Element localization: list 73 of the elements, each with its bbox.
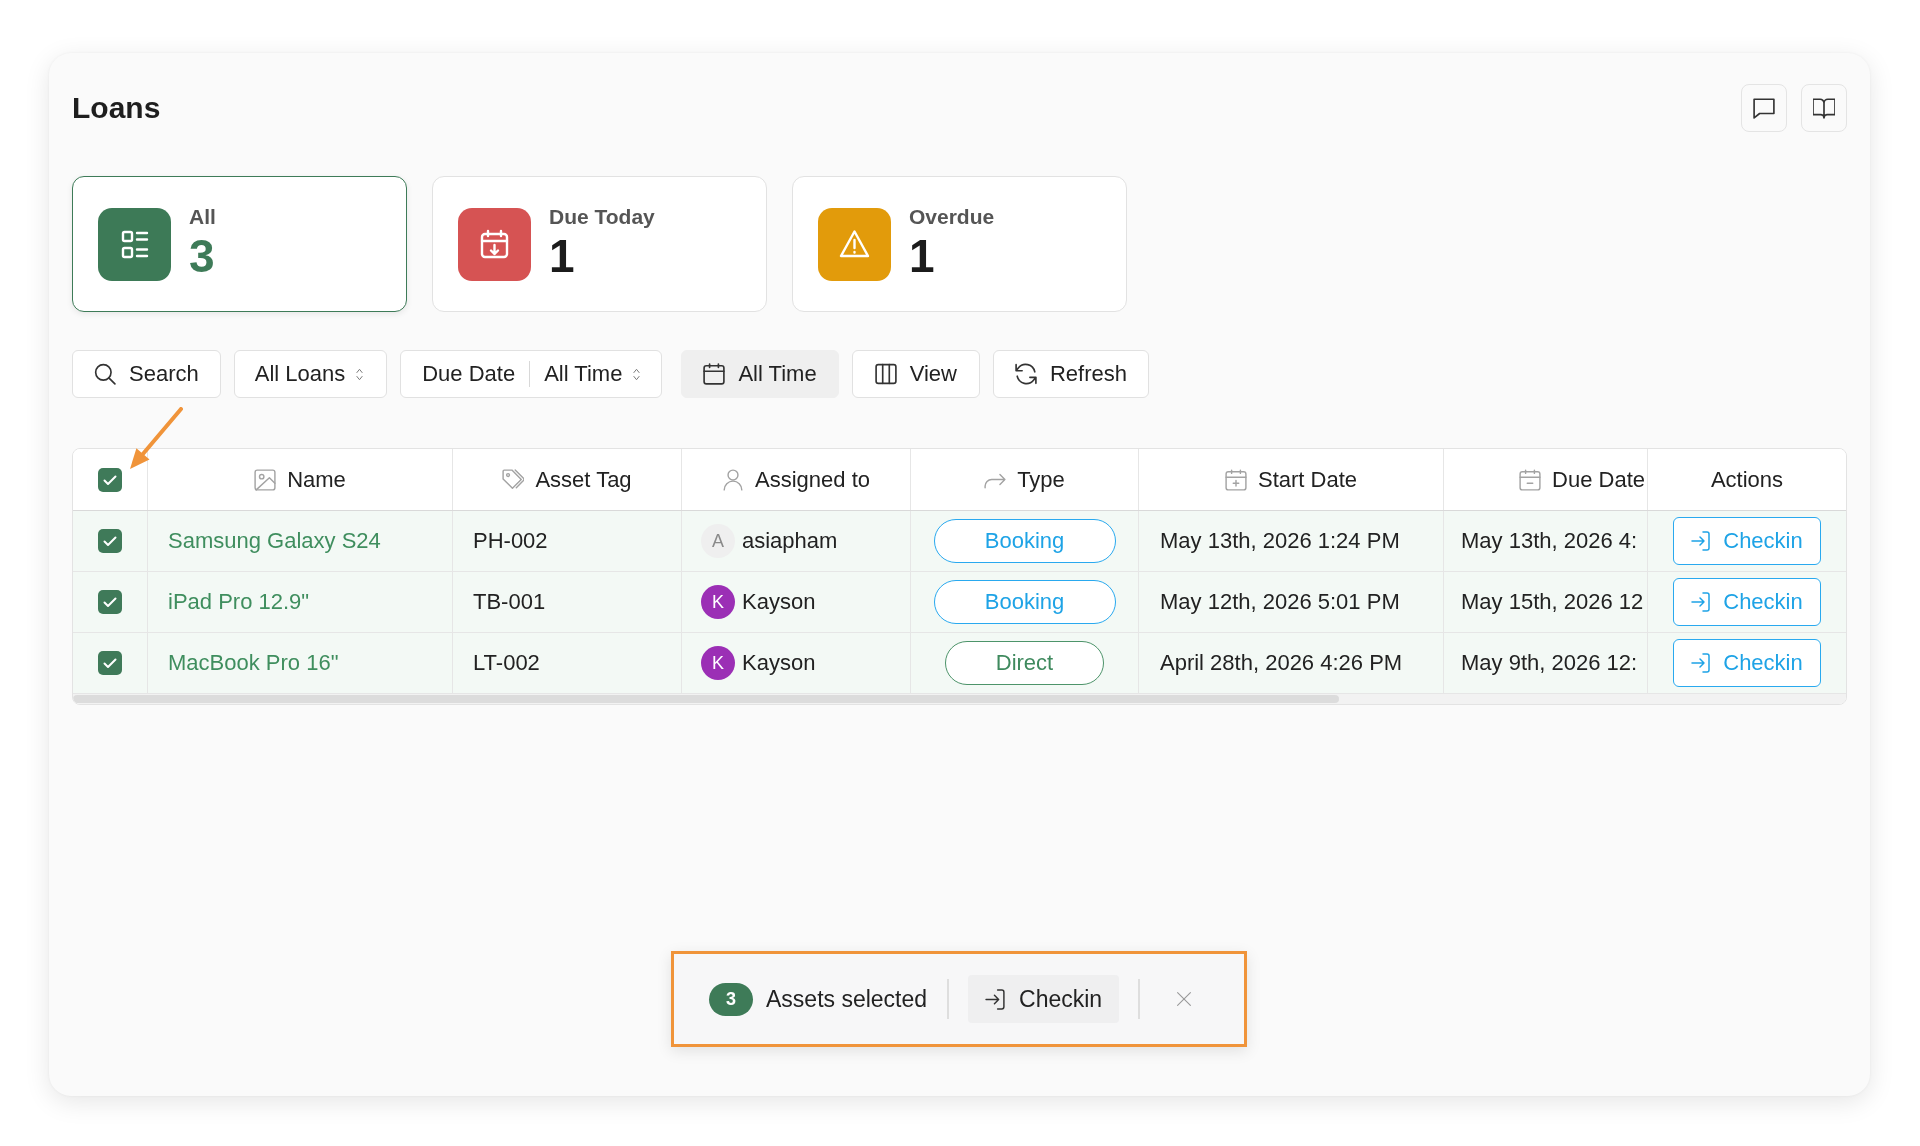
horizontal-scrollbar[interactable] (73, 694, 1846, 704)
table-cell: May 13th, 2026 4: (1461, 528, 1638, 554)
refresh-icon (1015, 363, 1037, 385)
column-header: Type (1017, 466, 1065, 493)
view-button[interactable]: View (851, 350, 980, 398)
table-cell: May 13th, 2026 1:24 PM (1160, 528, 1400, 554)
checkbox[interactable] (98, 529, 122, 553)
table-cell: April 28th, 2026 4:26 PM (1160, 650, 1403, 676)
close-icon (1176, 991, 1193, 1007)
page-title: Loans (72, 91, 161, 125)
column-header: Asset Tag (535, 466, 632, 493)
card-count: 1 (549, 232, 576, 280)
tag-icon (502, 468, 525, 491)
card-count: 3 (189, 232, 216, 280)
refresh-button[interactable]: Refresh (993, 350, 1150, 398)
selection-label: Assets selected (766, 985, 928, 1013)
card-label: All (189, 204, 216, 230)
avatar: A (701, 524, 735, 558)
user-icon (722, 468, 744, 491)
table-cell: Kayson (742, 589, 816, 615)
table-cell: PH-002 (473, 528, 548, 554)
calendar-minus-icon (1519, 468, 1542, 491)
open-book-icon (1813, 97, 1835, 119)
search-icon (94, 363, 116, 385)
summary-card[interactable]: Overdue 1 (792, 176, 1127, 312)
card-label: Due Today (549, 204, 655, 230)
selected-count-badge: 3 (709, 982, 753, 1016)
date-range-select[interactable]: All Time (530, 351, 662, 397)
image-icon (254, 468, 277, 491)
checkbox[interactable] (98, 467, 122, 492)
summary-card[interactable]: Due Today 1 (432, 176, 767, 312)
table-cell: May 12th, 2026 5:01 PM (1160, 589, 1400, 615)
column-header: Start Date (1257, 466, 1357, 493)
checkbox[interactable] (98, 651, 122, 675)
summary-card[interactable]: All 3 (72, 176, 407, 312)
sign-in-arrow-icon (1691, 592, 1712, 612)
avatar: K (701, 646, 735, 680)
calendar-icon (703, 363, 726, 385)
type-tag: Booking (933, 519, 1116, 563)
column-header: Actions (1710, 466, 1784, 493)
search-button[interactable]: Search (72, 350, 221, 398)
calendar-plus-icon (1224, 468, 1247, 491)
table-cell: May 15th, 2026 12 (1461, 589, 1644, 615)
columns-icon (874, 363, 897, 385)
table-cell: LT-002 (473, 650, 540, 676)
asset-name-link[interactable]: Samsung Galaxy S24 (168, 528, 381, 554)
annotation-arrow-icon (127, 407, 185, 471)
comment-button[interactable] (1741, 84, 1787, 132)
type-tag: Direct (945, 641, 1104, 685)
sign-in-arrow-icon (1691, 653, 1712, 673)
checkbox[interactable] (98, 590, 122, 614)
column-header: Name (287, 466, 346, 493)
asset-name-link[interactable]: iPad Pro 12.9" (168, 589, 310, 615)
filter-label: Due Date (421, 361, 517, 387)
column-header: Assigned to (755, 466, 870, 493)
speech-bubble-icon (1753, 97, 1775, 119)
card-label: Overdue (909, 204, 995, 230)
bulk-checkin-button[interactable]: Checkin (968, 975, 1120, 1023)
close-button[interactable] (1176, 991, 1193, 1007)
table-cell: asiapham (742, 528, 838, 554)
card-count: 1 (909, 232, 936, 280)
loan-filter-select[interactable]: All Loans (233, 350, 388, 398)
sign-in-arrow-icon (1691, 531, 1712, 551)
table-cell: Kayson (742, 650, 816, 676)
table-cell: May 9th, 2026 12: (1461, 650, 1638, 676)
type-tag: Booking (933, 580, 1116, 624)
table-cell: TB-001 (473, 589, 546, 615)
book-button[interactable] (1801, 84, 1847, 132)
date-range-button[interactable]: All Time (681, 350, 839, 398)
avatar: K (701, 585, 735, 619)
sign-in-arrow-icon (985, 988, 1007, 1010)
column-header: Due Date (1552, 466, 1645, 493)
asset-name-link[interactable]: MacBook Pro 16" (168, 650, 339, 676)
